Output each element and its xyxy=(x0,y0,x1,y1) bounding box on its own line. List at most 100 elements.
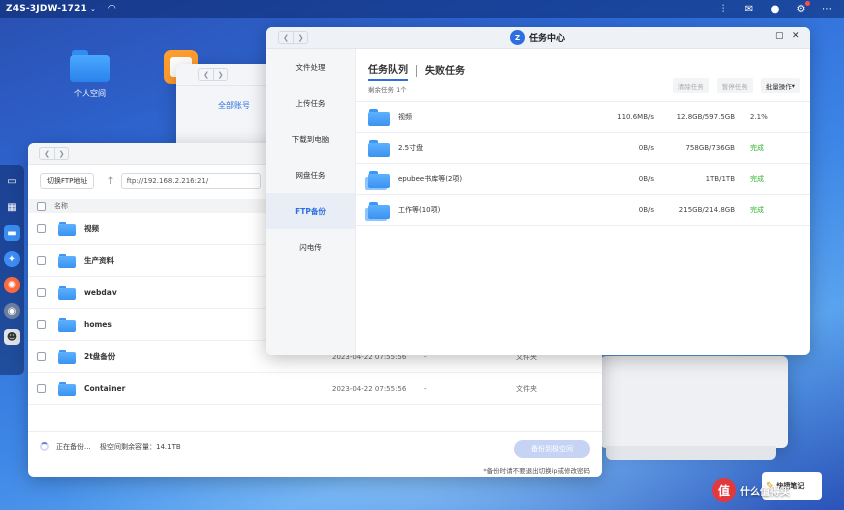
task-row[interactable]: epubee书库等(2项) 0B/s 1TB/1TB 完成 xyxy=(356,164,810,195)
task-buttons: 清除任务 暂停任务 批量操作 ▾ xyxy=(672,78,800,93)
watermark: 值 什么值得买 xyxy=(712,478,790,502)
file-name: 2t盘备份 xyxy=(84,352,116,361)
batch-operation-label: 批量操作 xyxy=(765,82,792,91)
all-accounts-item[interactable]: 全部账号 xyxy=(218,100,250,111)
sidebar-item-flash-transfer[interactable]: 闪电传 xyxy=(266,229,355,265)
desktop-icon-label: 个人空间 xyxy=(74,89,106,98)
row-checkbox[interactable] xyxy=(37,352,46,361)
task-row[interactable]: 视频 110.6MB/s 12.8GB/597.5GB 2.1% xyxy=(356,102,810,133)
device-name[interactable]: Z4S-3JDW-1721 xyxy=(6,4,87,14)
task-window-titlebar: ❮ ❯ Z 任务中心 ▢ ✕ xyxy=(266,27,810,49)
task-speed: 110.6MB/s xyxy=(617,113,654,121)
file-name: webdav xyxy=(84,288,117,297)
file-name: Container xyxy=(84,384,126,393)
monitor-icon[interactable]: ▭ xyxy=(4,173,20,189)
system-tray: ⫶ ✉ ● ⚙ ⋯ xyxy=(716,1,834,16)
maximize-icon[interactable]: ▢ xyxy=(775,31,784,41)
clear-tasks-button[interactable]: 清除任务 xyxy=(672,78,709,93)
back-arrow-icon[interactable]: ❮ xyxy=(199,69,213,80)
row-checkbox[interactable] xyxy=(37,384,46,393)
watermark-text: 什么值得买 xyxy=(740,486,790,498)
column-name[interactable]: 名称 xyxy=(54,201,68,211)
tab-failed-tasks[interactable]: 失败任务 xyxy=(425,62,465,80)
table-row[interactable]: Container 2023-04-22 07:55:56 - 文件夹 xyxy=(28,373,602,405)
close-icon[interactable]: ✕ xyxy=(792,31,800,41)
dots-icon[interactable]: ⋯ xyxy=(820,2,834,16)
select-all-checkbox[interactable] xyxy=(37,201,46,211)
file-date: 2023-04-22 07:55:56 xyxy=(332,384,407,393)
row-checkbox[interactable] xyxy=(37,288,46,297)
folder-icon xyxy=(58,349,76,364)
row-checkbox[interactable] xyxy=(37,320,46,329)
folder-icon xyxy=(368,108,390,126)
notification-badge xyxy=(805,1,810,6)
task-sidebar: 文件处理 上传任务 下载到电脑 网盘任务 FTP备份 闪电传 xyxy=(266,49,356,355)
file-size: - xyxy=(424,384,427,393)
tab-task-queue[interactable]: 任务队列 xyxy=(368,61,408,81)
file-name: homes xyxy=(84,320,112,329)
folder-icon xyxy=(58,317,76,332)
pause-tasks-button[interactable]: 暂停任务 xyxy=(716,78,753,93)
task-status: 完成 xyxy=(750,144,764,152)
arrow-up-icon[interactable]: ↑ xyxy=(106,176,114,187)
avatar-app-icon[interactable]: ☻ xyxy=(4,329,20,345)
disc-app-icon[interactable]: ◉ xyxy=(4,303,20,319)
folder-app-icon[interactable]: ▬ xyxy=(4,225,20,241)
sidebar-item-file-processing[interactable]: 文件处理 xyxy=(266,49,355,85)
backup-button[interactable]: 备份到极空间 xyxy=(514,440,590,458)
nav-buttons: ❮ ❯ xyxy=(39,147,69,160)
folder-icon xyxy=(58,221,76,236)
row-checkbox[interactable] xyxy=(37,256,46,265)
bird-app-icon[interactable]: ✦ xyxy=(4,251,20,267)
task-row[interactable]: 2.5寸盘 0B/s 758GB/736GB 完成 xyxy=(356,133,810,164)
background-window-edge xyxy=(606,446,776,460)
back-arrow-icon[interactable]: ❮ xyxy=(40,148,54,159)
file-type: 文件夹 xyxy=(516,384,537,393)
folder-icon xyxy=(70,50,110,82)
folder-stack-icon xyxy=(365,201,390,221)
desktop-icon-personal-space[interactable]: 个人空间 xyxy=(66,50,114,99)
forward-arrow-icon[interactable]: ❯ xyxy=(213,69,227,80)
sidebar-item-ftp-backup[interactable]: FTP备份 xyxy=(266,193,355,229)
grid-icon[interactable]: ▦ xyxy=(4,199,20,215)
backup-note: *备份时请不要退出切换ip或修改密码 xyxy=(483,467,590,475)
mail-icon[interactable]: ✉ xyxy=(742,2,756,16)
sidebar-item-cloud[interactable]: 网盘任务 xyxy=(266,157,355,193)
chevron-down-icon[interactable]: ⌄ xyxy=(90,5,96,13)
folder-icon xyxy=(58,285,76,300)
sidebar-item-download[interactable]: 下载到电脑 xyxy=(266,121,355,157)
ftp-footer: 正在备份... 极空间剩余容量：14.1TB 备份到极空间 *备份时请不要退出切… xyxy=(28,431,602,477)
background-window xyxy=(600,356,788,448)
forward-arrow-icon[interactable]: ❯ xyxy=(54,148,68,159)
chevron-down-icon: ▾ xyxy=(791,81,795,90)
task-speed: 0B/s xyxy=(638,175,654,183)
ftp-address-field[interactable]: ftp://192.168.2.216:21/ xyxy=(120,173,261,189)
folder-icon xyxy=(58,253,76,268)
sidebar-item-upload[interactable]: 上传任务 xyxy=(266,85,355,121)
task-tabs: 任务队列 失败任务 xyxy=(368,61,465,81)
user-icon[interactable]: ● xyxy=(768,2,782,16)
task-size: 758GB/736GB xyxy=(685,144,735,152)
batch-operation-button[interactable]: 批量操作 ▾ xyxy=(760,78,800,93)
task-size: 215GB/214.8GB xyxy=(678,206,735,214)
row-checkbox[interactable] xyxy=(37,224,46,233)
remaining-tasks: 剩余任务 1个 xyxy=(368,86,407,94)
task-status: 2.1% xyxy=(750,113,768,121)
back-arrow-icon[interactable]: ❮ xyxy=(279,32,293,43)
task-status: 完成 xyxy=(750,175,764,183)
task-list: 视频 110.6MB/s 12.8GB/597.5GB 2.1% 2.5寸盘 0… xyxy=(356,101,810,226)
task-size: 1TB/1TB xyxy=(705,175,735,183)
color-app-icon[interactable]: ✺ xyxy=(4,277,20,293)
switch-ftp-button[interactable]: 切换FTP地址 xyxy=(40,173,95,189)
task-name: epubee书库等(2项) xyxy=(398,175,463,183)
folder-icon xyxy=(58,381,76,396)
forward-arrow-icon[interactable]: ❯ xyxy=(293,32,307,43)
task-row[interactable]: 工作等(10项) 0B/s 215GB/214.8GB 完成 xyxy=(356,195,810,226)
gear-icon[interactable]: ⚙ xyxy=(794,1,810,16)
tab-divider xyxy=(416,65,417,77)
folder-stack-icon xyxy=(365,170,390,190)
sliders-icon[interactable]: ⫶ xyxy=(716,2,730,16)
task-size: 12.8GB/597.5GB xyxy=(676,113,735,121)
file-name: 视频 xyxy=(84,224,99,233)
window-title: Z 任务中心 xyxy=(510,30,565,45)
